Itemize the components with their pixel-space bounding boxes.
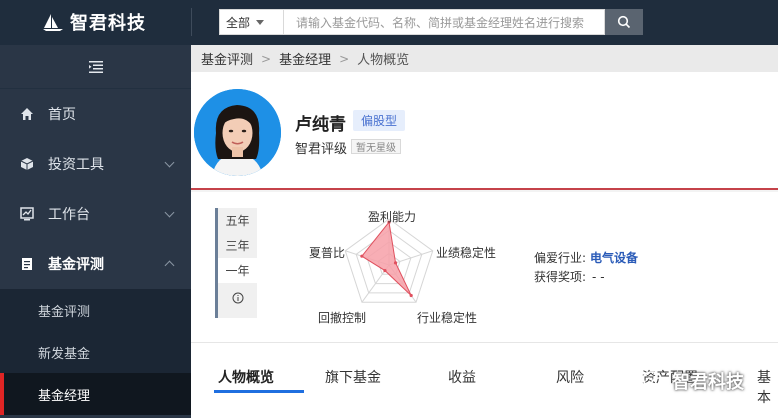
breadcrumb-current: 人物概览: [357, 53, 410, 68]
sail-logo-icon: [43, 14, 63, 31]
period-option[interactable]: 三年: [218, 233, 257, 258]
breadcrumb-separator: >: [339, 51, 350, 66]
search-button[interactable]: [605, 9, 643, 35]
preferred-industry: 偏爱行业: 电气设备: [534, 249, 638, 266]
submenu-item-label: 基金评测: [38, 304, 91, 320]
sidebar-item-home[interactable]: 首页: [0, 89, 191, 139]
search-scope-value: 全部: [226, 15, 251, 30]
radar-label-industry-stability: 行业稳定性: [417, 311, 478, 325]
submenu-item-label: 新发基金: [38, 346, 91, 362]
chevron-up-icon: [164, 260, 175, 271]
tab-returns[interactable]: 收益: [448, 367, 476, 387]
preferred-industry-label: 偏爱行业:: [534, 251, 587, 265]
radar-label-profitability: 盈利能力: [368, 210, 417, 224]
search-icon: [617, 15, 631, 29]
sidebar-item-label: 工作台: [48, 207, 90, 223]
preferred-industry-value[interactable]: 电气设备: [590, 251, 638, 265]
awards-label: 获得奖项:: [534, 270, 587, 284]
wechat-icon: [642, 371, 668, 391]
search-input[interactable]: 请输入基金代码、名称、简拼或基金经理姓名进行搜索: [283, 9, 605, 35]
doc-icon: [20, 257, 34, 271]
awards: 获得奖项: - -: [534, 268, 605, 285]
menu-collapse-icon: [88, 60, 103, 73]
sidebar-item-tools[interactable]: 投资工具: [0, 139, 191, 189]
chart-icon: [20, 207, 34, 221]
chevron-down-icon: [256, 19, 265, 25]
watermark: 智君科技: [642, 368, 744, 394]
submenu-item-label: 基金经理: [38, 388, 91, 404]
manager-profile-card: 卢纯青 偏股型 智君评级 暂无星级: [191, 72, 778, 190]
avatar: [194, 89, 281, 176]
tab-funds[interactable]: 旗下基金: [325, 367, 381, 387]
fund-style-badge: 偏股型: [353, 110, 406, 131]
radar-label-drawdown-control: 回撤控制: [318, 311, 367, 325]
home-icon: [20, 107, 34, 121]
logo[interactable]: 智君科技: [42, 9, 146, 35]
breadcrumb-item[interactable]: 基金评测: [201, 49, 253, 68]
divider: [191, 8, 192, 36]
sidebar-item-workbench[interactable]: 工作台: [0, 189, 191, 239]
ability-panel: 五年 三年 一年 盈利能力 业绩稳定性 行业稳定性 回撤控制 夏普比 偏爱行业:…: [191, 192, 778, 342]
radar-point-4[interactable]: [360, 254, 364, 258]
logo-text: 智君科技: [70, 13, 146, 34]
submenu-item-fund-managers[interactable]: 基金经理: [0, 373, 191, 415]
breadcrumb-separator: >: [261, 51, 272, 66]
awards-value: - -: [592, 270, 605, 284]
sidebar: 首页 投资工具 工作台 基金评测 基金评测 新发基金 基金经理: [0, 45, 191, 418]
tab-overview[interactable]: 人物概览: [218, 367, 274, 387]
manager-name: 卢纯青: [295, 115, 346, 135]
radar-point-1[interactable]: [393, 261, 398, 265]
tab-risk[interactable]: 风险: [556, 367, 584, 387]
radar-label-performance-stability: 业绩稳定性: [436, 246, 497, 260]
info-button[interactable]: [218, 283, 257, 313]
radar-point-2[interactable]: [409, 293, 413, 298]
search-placeholder: 请输入基金代码、名称、简拼或基金经理姓名进行搜索: [296, 15, 585, 30]
tab-basic[interactable]: 基本: [757, 367, 778, 407]
submenu-item-fund-evaluation[interactable]: 基金评测: [0, 289, 191, 331]
search-bar: 全部 请输入基金代码、名称、简拼或基金经理姓名进行搜索: [219, 9, 643, 35]
breadcrumb-item[interactable]: 基金经理: [279, 49, 331, 68]
rating-label: 智君评级: [295, 142, 348, 157]
chevron-down-icon: [164, 157, 175, 168]
top-bar: 智君科技 全部 请输入基金代码、名称、简拼或基金经理姓名进行搜索: [0, 0, 778, 45]
radar-label-sharpe-ratio: 夏普比: [309, 246, 346, 260]
breadcrumb: 基金评测 > 基金经理 > 人物概览: [191, 45, 778, 72]
manager-photo: [194, 89, 281, 176]
cube-icon: [20, 157, 34, 171]
watermark-text: 智君科技: [672, 372, 744, 393]
radar-point-3[interactable]: [383, 268, 387, 273]
chevron-down-icon: [164, 207, 175, 218]
period-option-selected[interactable]: 一年: [218, 258, 257, 283]
sidebar-item-label: 首页: [48, 107, 76, 123]
active-tab-indicator: [214, 390, 304, 393]
info-icon: [232, 292, 243, 304]
menu-toggle-button[interactable]: [0, 45, 191, 89]
submenu: 基金评测 新发基金 基金经理: [0, 289, 191, 415]
rating-badge: 暂无星级: [351, 139, 401, 154]
sidebar-item-label: 投资工具: [48, 157, 104, 173]
search-scope-select[interactable]: 全部: [219, 9, 283, 35]
period-selector: 五年 三年 一年: [215, 208, 257, 318]
submenu-item-new-funds[interactable]: 新发基金: [0, 331, 191, 373]
sidebar-item-fund-evaluation[interactable]: 基金评测: [0, 239, 191, 289]
period-option[interactable]: 五年: [218, 208, 257, 233]
sidebar-item-label: 基金评测: [48, 257, 104, 273]
